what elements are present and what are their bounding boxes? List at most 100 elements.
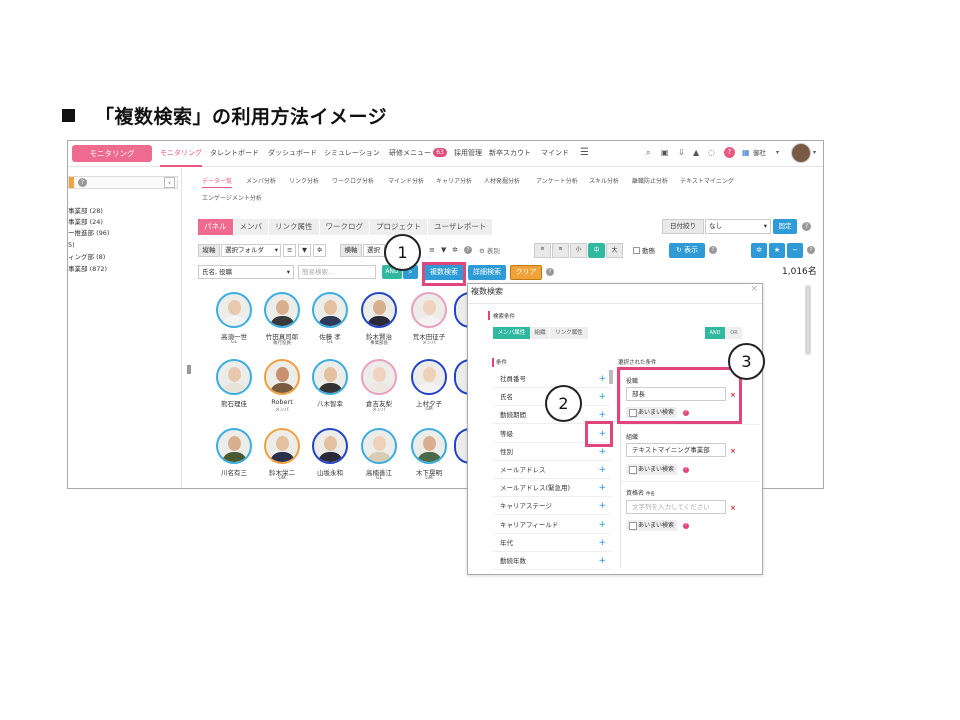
minus-button[interactable]: − — [787, 243, 803, 258]
clear-button[interactable]: クリア — [510, 265, 542, 280]
condition-item[interactable]: メールアドレス(緊急用) + — [494, 479, 610, 498]
add-icon[interactable]: + — [598, 461, 606, 479]
member-card[interactable]: 倉吉友梨 メンバ — [359, 359, 399, 425]
member-card[interactable]: 高須一世 GL — [214, 292, 254, 358]
member-card[interactable]: 鈴木賢治 事業部長 — [359, 292, 399, 358]
left-item[interactable]: 5) — [68, 240, 75, 250]
chat-icon[interactable]: ◌ — [708, 147, 715, 159]
list-icon[interactable]: ≡ — [283, 244, 296, 257]
collapse-arrow-icon[interactable]: ‹ — [164, 177, 175, 188]
subtab-engagement[interactable]: エンゲージメント分析 — [202, 194, 262, 204]
member-card[interactable]: 佐藤 孝 GL — [310, 292, 350, 358]
splitter-handle[interactable] — [187, 365, 191, 374]
condition-item[interactable]: キャリアステージ + — [494, 497, 610, 516]
search-icon[interactable]: ⌕ — [646, 147, 650, 159]
or-button[interactable]: OR — [726, 327, 742, 339]
member-card[interactable]: 上村夕子 GM — [409, 359, 449, 425]
and-button[interactable]: AND — [705, 327, 725, 339]
help-icon[interactable]: ? — [464, 246, 472, 254]
size-xsmall-button[interactable]: ≡ — [552, 243, 569, 258]
left-item[interactable]: 事業部 (872) — [68, 264, 107, 274]
member-card[interactable]: 鈴木栄二 GM — [262, 428, 302, 488]
tab-worklog[interactable]: ワークログ — [319, 219, 370, 235]
help-icon[interactable]: ? — [683, 523, 689, 529]
condition-item[interactable]: キャリアフィールド + — [494, 516, 610, 534]
company-name[interactable]: 御社 — [753, 141, 766, 167]
member-card[interactable]: 川名有三 — [214, 428, 254, 488]
member-card[interactable]: 木下晃明 GM — [409, 428, 449, 488]
tab-panel[interactable]: パネル — [198, 219, 234, 235]
tab-org[interactable]: 組織 — [531, 327, 549, 339]
annotation-toggle[interactable]: ⚙ 表別 — [479, 245, 500, 255]
detail-search-button[interactable]: 詳細検索 — [468, 265, 506, 280]
subtab-member[interactable]: メンバ分析 — [246, 177, 276, 187]
nav-mind[interactable]: マインド — [541, 141, 569, 167]
subtab-mind[interactable]: マインド分析 — [388, 177, 424, 187]
help-icon[interactable]: ? — [709, 246, 717, 254]
menu-icon[interactable]: ☰ — [580, 147, 589, 159]
left-item[interactable]: ー推進部 (96) — [68, 228, 109, 238]
help-icon[interactable]: ? — [807, 246, 815, 254]
member-card[interactable]: 熊石理佳 — [214, 359, 254, 425]
gear-icon[interactable]: ✲ — [313, 244, 326, 257]
org-input[interactable]: テキストマイニング事業部 — [626, 443, 726, 457]
fuzzy-checkbox[interactable]: あいまい検索 — [626, 520, 678, 531]
add-icon[interactable]: + — [598, 479, 606, 497]
size-tiny-button[interactable]: ≡ — [534, 243, 551, 258]
tab-link-attr[interactable]: リンク属性 — [550, 327, 588, 339]
scrollbar[interactable] — [805, 285, 811, 355]
size-small-button[interactable]: 小 — [570, 243, 587, 258]
size-medium-button[interactable]: 中 — [588, 243, 605, 258]
filter-icon[interactable]: ▼ — [441, 246, 446, 254]
gear-icon[interactable]: ✲ — [452, 246, 458, 254]
monitoring-brand-button[interactable]: モニタリング — [72, 145, 152, 162]
screen-icon[interactable]: ▣ — [661, 147, 669, 159]
add-icon[interactable]: + — [598, 497, 606, 515]
nav-talent-board[interactable]: タレントボード — [210, 141, 259, 167]
quick-search-input[interactable]: 簡易検索... — [298, 265, 376, 279]
tab-member[interactable]: メンバ — [233, 219, 269, 235]
pin-checkbox[interactable]: 動態 — [633, 245, 655, 255]
condition-item[interactable]: 社員番号 + — [494, 370, 610, 388]
tab-link-attr[interactable]: リンク属性 — [269, 219, 320, 235]
chevron-down-icon[interactable]: ▾ — [776, 147, 779, 159]
subtab-worklog[interactable]: ワークログ分析 — [332, 177, 374, 187]
search-field-select[interactable]: 氏名, 役職 ▾ — [198, 265, 294, 279]
condition-item[interactable]: 勤続年数 + — [494, 552, 610, 570]
subtab-text-mining[interactable]: テキストマイニング — [680, 177, 734, 187]
tab-member-attr[interactable]: メンバ属性 — [493, 327, 530, 339]
nav-simulation[interactable]: シミュレーション — [324, 141, 380, 167]
subtab-retention[interactable]: 離職防止分析 — [632, 177, 668, 187]
star-button[interactable]: ★ — [769, 243, 785, 258]
member-card[interactable]: 八木智幸 — [310, 359, 350, 425]
close-icon[interactable]: × — [750, 284, 758, 294]
question-icon[interactable]: ? — [78, 178, 87, 187]
add-icon[interactable]: + — [598, 534, 606, 552]
subtab-survey[interactable]: アンケート分析 — [536, 177, 578, 187]
fuzzy-checkbox[interactable]: あいまい検索 — [626, 464, 678, 475]
help-icon[interactable]: ? — [724, 147, 735, 158]
add-icon[interactable]: + — [598, 552, 606, 570]
settings-button[interactable]: ✲ — [751, 243, 767, 258]
subtab-link[interactable]: リンク分析 — [289, 177, 319, 187]
condition-item[interactable]: 年代 + — [494, 534, 610, 552]
size-large-button[interactable]: 大 — [606, 243, 623, 258]
member-card[interactable]: 高楠善江 GL — [359, 428, 399, 488]
help-icon[interactable]: ? — [546, 268, 554, 276]
left-item[interactable]: 事業部 (24) — [68, 217, 103, 227]
add-icon[interactable]: + — [598, 370, 606, 388]
nav-training-menu[interactable]: 研修メニュー 63 — [389, 141, 447, 167]
nav-scout[interactable]: 新卒スカウト — [489, 141, 531, 167]
subtab-career[interactable]: キャリア分析 — [436, 177, 472, 187]
scrollbar[interactable] — [609, 370, 613, 384]
axis-select[interactable]: 選択 — [363, 244, 385, 257]
left-item[interactable]: ィング部 (8) — [68, 252, 105, 262]
member-card[interactable]: 山坂永和 — [310, 428, 350, 488]
left-item[interactable]: 事業部 (28) — [68, 206, 103, 216]
subtab-discovery[interactable]: 人材発掘分析 — [484, 177, 520, 187]
subtab-data-list[interactable]: データ一覧 — [202, 177, 233, 188]
nav-monitoring[interactable]: モニタリング — [160, 141, 202, 167]
user-avatar[interactable] — [791, 143, 811, 163]
add-icon[interactable]: + — [598, 388, 606, 406]
filter-icon[interactable]: ▼ — [298, 244, 311, 257]
